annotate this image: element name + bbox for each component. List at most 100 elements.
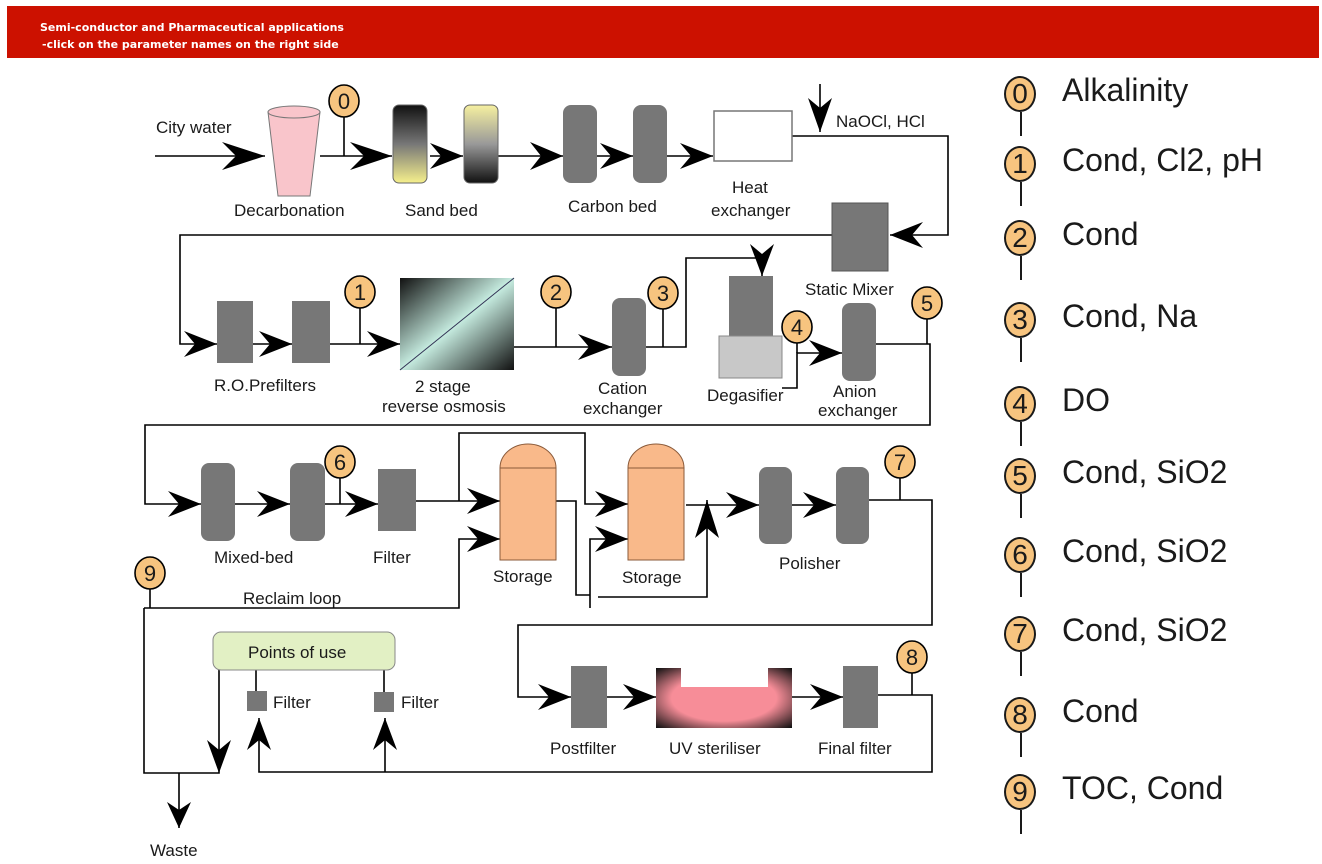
- anion-exchanger[interactable]: [842, 303, 876, 381]
- legend-item-0[interactable]: 0 Alkalinity: [1004, 72, 1304, 146]
- legend-badge: 9: [1004, 774, 1036, 810]
- legend-parameter-link[interactable]: Cond: [1062, 216, 1139, 253]
- legend-badge: 7: [1004, 616, 1036, 652]
- polisher-2[interactable]: [836, 467, 869, 544]
- sample-point-number: 4: [791, 315, 803, 340]
- mixed-bed-label: Mixed-bed: [214, 548, 293, 567]
- sample-point-number: 2: [550, 280, 562, 305]
- legend-badge: 5: [1004, 458, 1036, 494]
- sample-point-3[interactable]: 3: [647, 276, 679, 347]
- legend-badge: 1: [1004, 146, 1036, 182]
- legend-parameter-link[interactable]: DO: [1062, 382, 1110, 419]
- sample-point-5[interactable]: 5: [911, 286, 943, 344]
- filter-unit[interactable]: [378, 469, 416, 531]
- degasifier-unit[interactable]: [718, 276, 783, 379]
- legend-parameter-link[interactable]: Cond, SiO2: [1062, 533, 1227, 570]
- pou-filter-2[interactable]: [374, 692, 394, 712]
- reverse-osmosis-unit[interactable]: [399, 277, 515, 371]
- legend-stem: [1020, 810, 1022, 834]
- sample-point-number: 7: [894, 450, 906, 475]
- sand-bed-1[interactable]: [392, 104, 428, 184]
- polisher-label: Polisher: [779, 554, 841, 573]
- sample-point-number: 3: [657, 281, 669, 306]
- sample-point-number: 5: [921, 291, 933, 316]
- legend-stem: [1020, 422, 1022, 446]
- legend-item-7[interactable]: 7 Cond, SiO2: [1004, 612, 1304, 686]
- postfilter-unit[interactable]: [571, 666, 607, 728]
- sample-point-number: 6: [334, 450, 346, 475]
- waste-label: Waste: [150, 841, 198, 860]
- ro-prefilter-2[interactable]: [292, 301, 330, 363]
- static-mixer[interactable]: [831, 202, 889, 272]
- uv-steriliser-unit[interactable]: [656, 667, 792, 728]
- legend-item-9[interactable]: 9 TOC, Cond: [1004, 770, 1304, 844]
- legend-parameter-link[interactable]: Cond, Cl2, pH: [1062, 142, 1263, 179]
- pou-filter-2-label: Filter: [401, 693, 439, 712]
- ro-label-2: reverse osmosis: [382, 397, 506, 416]
- legend-stem: [1020, 573, 1022, 597]
- legend-badge: 8: [1004, 697, 1036, 733]
- mixed-bed-2[interactable]: [290, 463, 325, 541]
- storage-1-label: Storage: [493, 567, 553, 586]
- legend-item-2[interactable]: 2 Cond: [1004, 216, 1304, 290]
- sample-point-number: 8: [906, 645, 918, 670]
- sand-bed-label: Sand bed: [405, 201, 478, 220]
- cation-exchanger[interactable]: [612, 298, 646, 376]
- legend-stem: [1020, 494, 1022, 518]
- points-of-use-label: Points of use: [248, 643, 346, 662]
- legend-badge: 2: [1004, 220, 1036, 256]
- legend-parameter-link[interactable]: Cond, Na: [1062, 298, 1197, 335]
- legend-badge: 3: [1004, 302, 1036, 338]
- cation-label-1: Cation: [598, 379, 647, 398]
- sample-point-number: 1: [354, 280, 366, 305]
- anion-label-2: exchanger: [818, 401, 898, 420]
- anion-label-1: Anion: [833, 382, 876, 401]
- carbon-bed-2[interactable]: [633, 105, 667, 183]
- mixed-bed-1[interactable]: [201, 463, 235, 541]
- legend-item-4[interactable]: 4 DO: [1004, 382, 1304, 456]
- carbon-bed-1[interactable]: [563, 105, 597, 183]
- reclaim-loop-label: Reclaim loop: [243, 589, 341, 608]
- legend-stem: [1020, 182, 1022, 206]
- carbon-bed-label: Carbon bed: [568, 197, 657, 216]
- chemicals-label: NaOCl, HCl: [836, 112, 925, 131]
- legend-item-6[interactable]: 6 Cond, SiO2: [1004, 533, 1304, 607]
- legend-parameter-link[interactable]: Cond, SiO2: [1062, 454, 1227, 491]
- sample-point-9[interactable]: 9: [134, 556, 166, 608]
- legend-parameter-link[interactable]: Alkalinity: [1062, 72, 1188, 109]
- uv-steriliser-label: UV steriliser: [669, 739, 761, 758]
- legend-parameter-link[interactable]: Cond: [1062, 693, 1139, 730]
- legend-item-1[interactable]: 1 Cond, Cl2, pH: [1004, 142, 1304, 216]
- storage-tank-1[interactable]: [499, 443, 557, 561]
- ro-prefilter-1[interactable]: [217, 301, 253, 363]
- legend-stem: [1020, 652, 1022, 676]
- sand-bed-2[interactable]: [463, 104, 499, 184]
- heat-exchanger[interactable]: [713, 110, 793, 162]
- legend-item-8[interactable]: 8 Cond: [1004, 693, 1304, 767]
- storage-2-label: Storage: [622, 568, 682, 587]
- cation-label-2: exchanger: [583, 399, 663, 418]
- legend-item-3[interactable]: 3 Cond, Na: [1004, 298, 1304, 372]
- sample-point-8[interactable]: 8: [896, 640, 928, 695]
- pou-filter-1[interactable]: [247, 691, 267, 711]
- legend-parameter-link[interactable]: Cond, SiO2: [1062, 612, 1227, 649]
- sample-point-7[interactable]: 7: [884, 445, 916, 500]
- heat-exchanger-label-1: Heat: [732, 178, 768, 197]
- static-mixer-label: Static Mixer: [805, 280, 894, 299]
- ro-prefilters-label: R.O.Prefilters: [214, 376, 316, 395]
- final-filter-unit[interactable]: [843, 666, 878, 728]
- degasifier-label: Degasifier: [707, 386, 784, 405]
- sample-point-2[interactable]: 2: [540, 275, 572, 347]
- sample-point-4[interactable]: 4: [781, 310, 813, 353]
- legend-badge: 6: [1004, 537, 1036, 573]
- process-flow-diagram: City water NaOCl, HCl Decarbonation Sand…: [134, 84, 949, 860]
- legend-item-5[interactable]: 5 Cond, SiO2: [1004, 454, 1304, 528]
- legend-stem: [1020, 256, 1022, 280]
- sample-point-number: 0: [338, 89, 350, 114]
- legend-stem: [1020, 338, 1022, 362]
- storage-tank-2[interactable]: [627, 443, 685, 561]
- polisher-1[interactable]: [759, 467, 792, 544]
- legend-parameter-link[interactable]: TOC, Cond: [1062, 770, 1223, 807]
- decarbonation-unit[interactable]: [267, 105, 321, 197]
- arrow-icon: [750, 244, 774, 276]
